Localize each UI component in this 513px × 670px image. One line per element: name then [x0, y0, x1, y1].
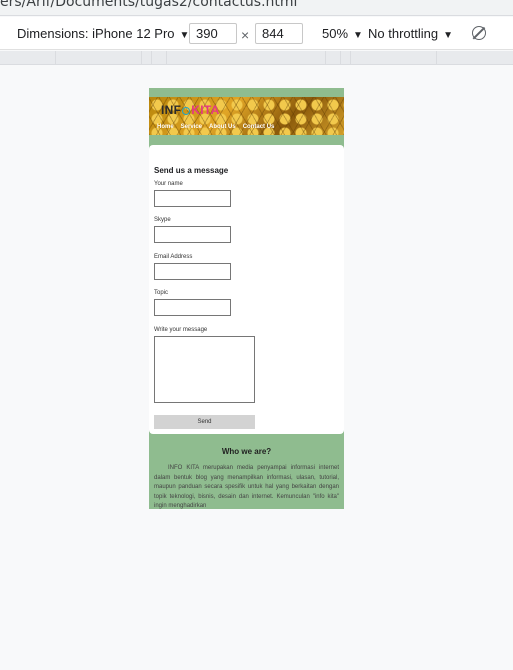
- topic-input[interactable]: [154, 299, 231, 316]
- media-query-ruler[interactable]: [0, 51, 513, 65]
- device-toolbar: Dimensions: iPhone 12 Pro ▼ 390 × 844 50%…: [0, 17, 513, 50]
- times-sign: ×: [241, 27, 250, 43]
- logo-text-kita: KITA: [191, 103, 220, 117]
- ruler-divider: [350, 51, 351, 65]
- device-select-label: Dimensions: iPhone 12 Pro: [17, 26, 175, 41]
- message-textarea[interactable]: [154, 336, 255, 403]
- device-viewport: INF KITA Home Service About Us Contact Us…: [149, 88, 344, 509]
- message-label: Write your message: [154, 327, 208, 333]
- ruler-divider: [151, 51, 152, 65]
- form-title: Send us a message: [154, 166, 229, 175]
- ruler-divider: [141, 51, 142, 65]
- ruler-divider: [340, 51, 341, 65]
- zoom-select[interactable]: 50% ▼: [322, 26, 363, 41]
- zoom-label: 50%: [322, 26, 349, 41]
- throttling-label: No throttling: [368, 26, 439, 41]
- chevron-down-icon: ▼: [179, 30, 190, 41]
- ruler-divider: [55, 51, 56, 65]
- ruler-divider: [436, 51, 437, 65]
- main-nav: Home Service About Us Contact Us: [157, 124, 274, 130]
- nav-contact[interactable]: Contact Us: [243, 124, 275, 130]
- chevron-down-icon: ▼: [353, 30, 363, 41]
- name-label: Your name: [154, 181, 183, 187]
- name-input[interactable]: [154, 190, 231, 207]
- logo-text-info: INF: [161, 103, 182, 117]
- ruler-divider: [166, 51, 167, 65]
- about-title: Who we are?: [221, 447, 272, 456]
- width-input[interactable]: 390: [189, 23, 237, 44]
- throttling-select[interactable]: No throttling ▼: [368, 26, 453, 41]
- email-input[interactable]: [154, 263, 231, 280]
- nav-service[interactable]: Service: [181, 124, 202, 130]
- topic-label: Topic: [154, 290, 169, 296]
- skype-label: Skype: [154, 217, 171, 223]
- nav-about[interactable]: About Us: [209, 124, 236, 130]
- globe-icon: [182, 106, 191, 115]
- address-bar[interactable]: ers/Arif/Documents/tugas2/contactus.html: [0, 0, 513, 16]
- nav-home[interactable]: Home: [157, 124, 174, 130]
- contact-form-card: Send us a message Your name Skype Email …: [149, 145, 344, 434]
- site-logo[interactable]: INF KITA: [161, 103, 220, 117]
- chevron-down-icon: ▼: [443, 30, 453, 41]
- height-input[interactable]: 844: [255, 23, 303, 44]
- rotate-icon[interactable]: [472, 26, 486, 40]
- email-label: Email Address: [154, 254, 193, 260]
- site-header: INF KITA Home Service About Us Contact Us: [149, 97, 344, 135]
- skype-input[interactable]: [154, 226, 231, 243]
- ruler-divider: [325, 51, 326, 65]
- about-text: INFO KITA merupakan media penyampai info…: [154, 465, 339, 509]
- send-button[interactable]: Send: [154, 415, 255, 429]
- url-text: ers/Arif/Documents/tugas2/contactus.html: [0, 0, 298, 10]
- device-select[interactable]: Dimensions: iPhone 12 Pro ▼: [17, 26, 189, 41]
